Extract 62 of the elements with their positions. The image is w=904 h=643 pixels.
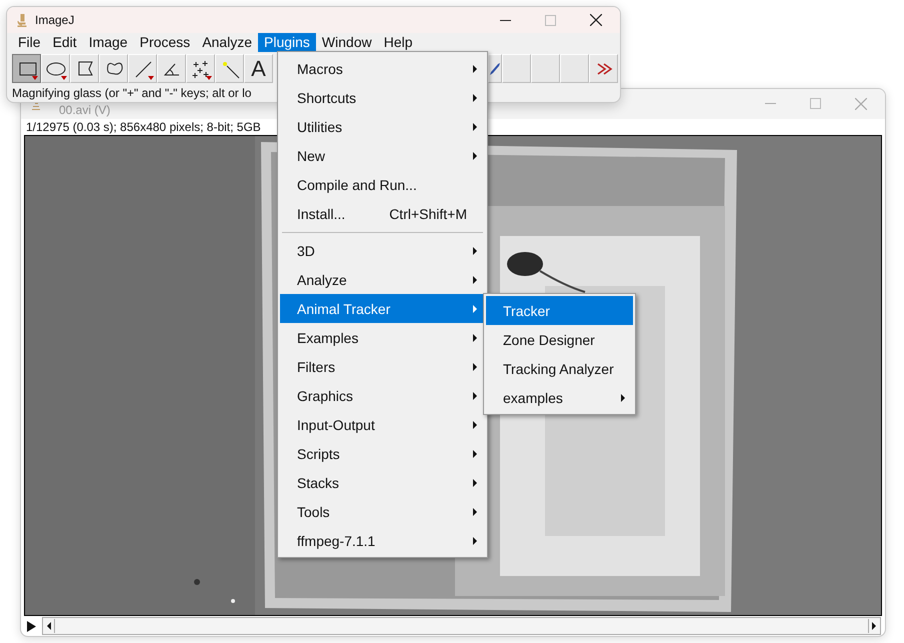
menu-item[interactable]: Help xyxy=(378,33,419,52)
menu-item[interactable]: Macros xyxy=(280,54,485,83)
play-icon[interactable] xyxy=(27,620,36,632)
menu-item[interactable]: Examples xyxy=(280,323,485,352)
status-text: Magnifying glass (or "+" and "-" keys; alt or lo xyxy=(11,85,252,100)
menu-item[interactable]: Input-Output xyxy=(280,410,485,439)
menu-item[interactable]: Tracker xyxy=(486,296,633,325)
microscope-icon xyxy=(17,14,27,26)
shortcut-text: Ctrl+Shift+M xyxy=(389,206,468,222)
menu-item[interactable]: Process xyxy=(134,33,196,52)
menu-item-label: Zone Designer xyxy=(503,332,595,348)
window-title: 00.avi (V) xyxy=(59,102,110,117)
menu-item-label: examples xyxy=(503,390,563,406)
menu-item[interactable]: Plugins xyxy=(258,33,316,52)
menu-item-label: Scripts xyxy=(297,446,340,462)
menu-item-label: Animal Tracker xyxy=(297,300,390,316)
menu-item[interactable]: Compile and Run... xyxy=(280,170,485,199)
menu-item-label: Tracker xyxy=(503,302,550,318)
menu-item[interactable]: examples xyxy=(486,383,633,412)
menu-item[interactable]: Zone Designer xyxy=(486,325,633,354)
menu-item[interactable]: Analyze xyxy=(280,265,485,294)
menu-item[interactable]: Stacks xyxy=(280,468,485,497)
window-title: ImageJ xyxy=(35,13,74,27)
menu-item-label: Macros xyxy=(297,60,343,76)
menu-item-label: Stacks xyxy=(297,474,340,490)
menu-item[interactable]: Analyze xyxy=(196,33,258,52)
menu-item-label: Compile and Run... xyxy=(297,176,417,192)
menu-item[interactable]: Graphics xyxy=(280,381,485,410)
menu-item[interactable]: Tracking Analyzer xyxy=(486,354,633,383)
menu-item-label: Examples xyxy=(297,330,358,346)
tool-button[interactable]: A xyxy=(244,54,273,83)
close-icon[interactable] xyxy=(590,14,602,26)
menu-item[interactable]: 3D xyxy=(280,236,485,265)
menu-item-label: Shortcuts xyxy=(297,90,356,106)
menu-item[interactable]: Install... Ctrl+Shift+M xyxy=(280,199,485,228)
menu-item-label: New xyxy=(297,148,326,164)
menu-item-label: Tracking Analyzer xyxy=(503,360,614,376)
menu-item-label: 3D xyxy=(297,242,315,258)
menu-item-label: ffmpeg-7.1.1 xyxy=(297,532,376,548)
menu-item[interactable]: Shortcuts xyxy=(280,83,485,112)
menu-item[interactable]: Window xyxy=(316,33,378,52)
menu-item-label: Analyze xyxy=(297,272,347,288)
dropper-icon xyxy=(490,62,500,74)
menu-item-label: Input-Output xyxy=(297,416,375,432)
menu-item[interactable]: Edit xyxy=(46,33,83,52)
menu-item[interactable]: ffmpeg-7.1.1 xyxy=(280,526,485,555)
menu-item[interactable]: Utilities xyxy=(280,112,485,141)
menu-item[interactable]: File xyxy=(12,33,47,52)
menu-item-label: Tools xyxy=(297,504,330,520)
menu-item-label: Utilities xyxy=(297,118,342,134)
menu-item-label: Filters xyxy=(297,358,336,374)
menu-item[interactable]: New xyxy=(280,141,485,170)
menu-item[interactable]: Scripts xyxy=(280,439,485,468)
menu-item-label: Graphics xyxy=(297,388,354,404)
menu-item[interactable]: Tools xyxy=(280,497,485,526)
image-info: 1/12975 (0.03 s); 856x480 pixels; 8-bit; 5GB xyxy=(25,118,261,135)
menu-item[interactable]: Filters xyxy=(280,352,485,381)
menu-item-label: Install... xyxy=(297,206,346,222)
horizontal-scrollbar[interactable] xyxy=(42,617,881,636)
tool-button[interactable] xyxy=(12,54,41,83)
menu-item[interactable]: Animal Tracker xyxy=(280,294,485,323)
menu-item[interactable]: Image xyxy=(82,33,134,52)
